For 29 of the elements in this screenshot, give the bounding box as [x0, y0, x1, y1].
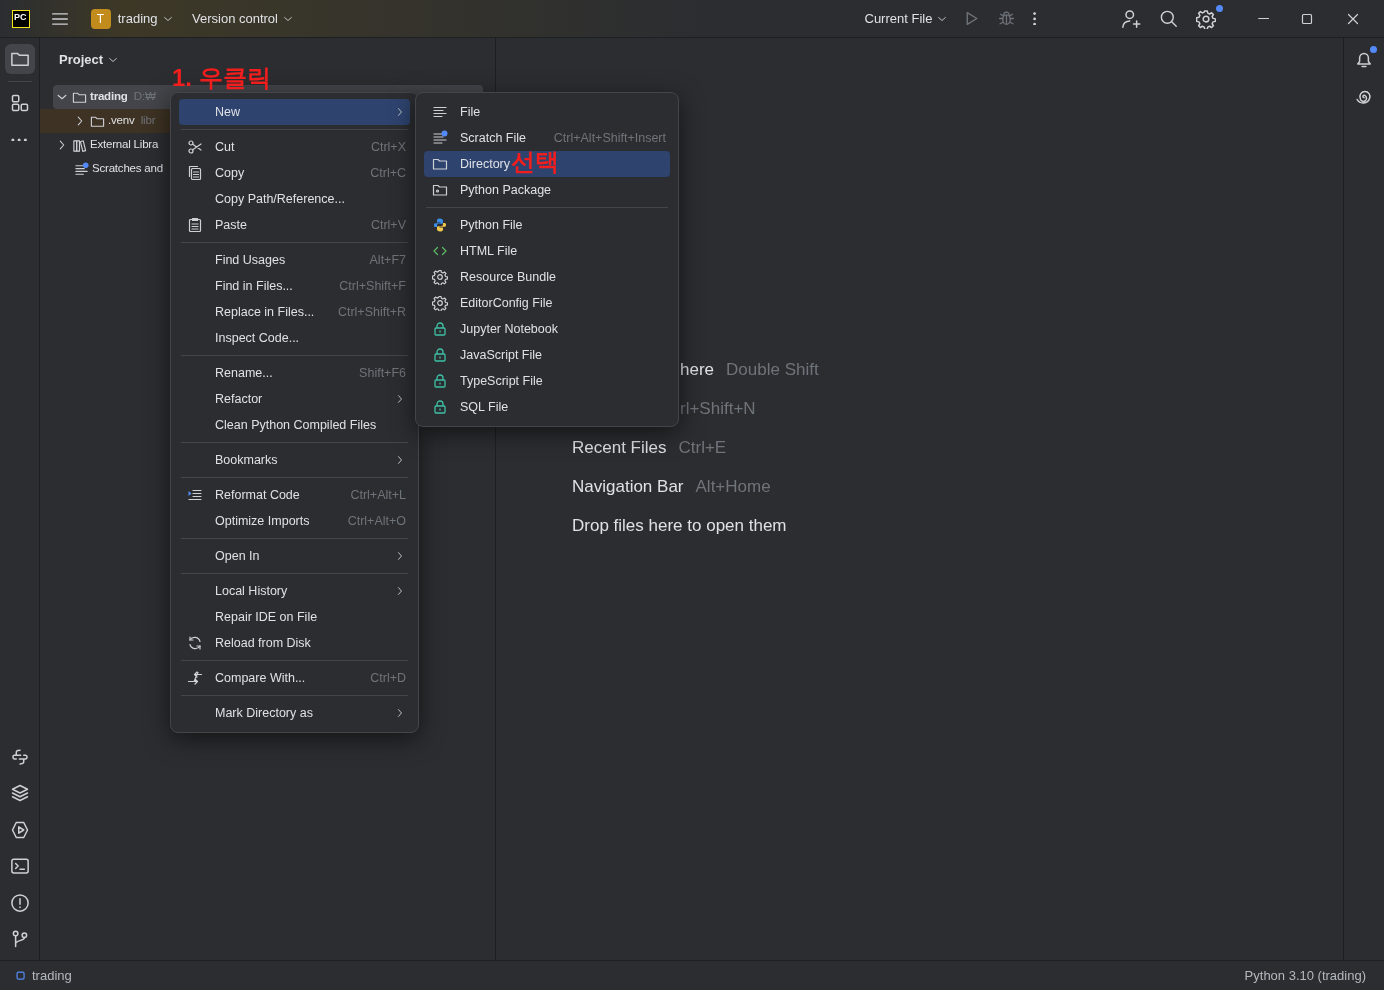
- path-hint: libr: [140, 113, 156, 129]
- shortcut-text: Ctrl+Alt+L: [350, 486, 406, 504]
- tree-item-label: .venv: [108, 113, 135, 129]
- hint-label: Navigation Bar: [572, 475, 684, 498]
- shortcut-text: Ctrl+Alt+O: [347, 512, 406, 530]
- shortcut-hint: Alt+Home: [695, 475, 771, 498]
- project-initial: T: [90, 8, 111, 29]
- hint-label: Drop files here to open them: [572, 514, 787, 537]
- tree-item-label: External Libra: [90, 137, 159, 153]
- shortcut-hint: rl+Shift+N: [680, 397, 756, 420]
- shortcut-text: Ctrl+X: [370, 138, 406, 156]
- project-name: trading: [117, 9, 158, 28]
- shortcut-text: Ctrl+Shift+R: [337, 303, 406, 321]
- annotation-text: 선택: [511, 150, 559, 174]
- app-logo: PC: [12, 9, 30, 28]
- shortcut-text: Ctrl+D: [370, 669, 406, 687]
- shortcut-text: Alt+F7: [369, 251, 406, 269]
- shortcut-hint: Double Shift: [726, 358, 819, 381]
- shortcut-text: Shift+F6: [359, 364, 406, 382]
- tree-item-label: Scratches and: [92, 161, 163, 177]
- annotation-text: 1. 우클릭: [172, 66, 271, 90]
- hint-label: Recent Files: [572, 436, 667, 459]
- hint-label: here: [680, 358, 715, 381]
- shortcut-text: Ctrl+Alt+Shift+Insert: [553, 129, 666, 147]
- shortcut-text: Ctrl+Shift+F: [339, 277, 406, 295]
- shortcut-hint: Ctrl+E: [678, 436, 727, 459]
- shortcut-text: Ctrl+C: [370, 164, 406, 182]
- shortcut-text: Ctrl+V: [370, 216, 406, 234]
- tree-item-label: trading: [90, 89, 128, 105]
